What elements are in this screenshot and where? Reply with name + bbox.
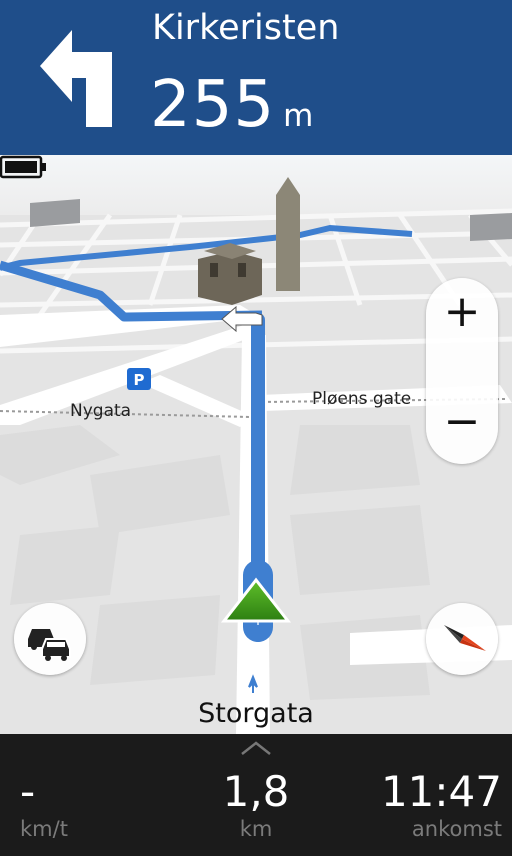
arrival-label: ankomst bbox=[411, 817, 502, 841]
compass-icon bbox=[444, 625, 486, 651]
maneuver-header: Kirkeristen 255 m bbox=[0, 0, 512, 155]
remaining-distance-value: 1,8 bbox=[222, 767, 290, 816]
chevron-up-icon[interactable] bbox=[240, 740, 272, 756]
street-label-ploens-gate: Pløens gate bbox=[312, 389, 412, 409]
arrival-time: 11:47 bbox=[380, 767, 502, 816]
remaining-distance-unit: km bbox=[239, 817, 273, 841]
zoom-out-button[interactable]: − bbox=[426, 384, 498, 464]
traffic-cars-icon bbox=[28, 629, 71, 661]
distance-unit: m bbox=[283, 98, 314, 134]
arrival-stat: 11:47 ankomst bbox=[378, 768, 502, 842]
remaining-distance-stat: 1,8 km bbox=[206, 768, 306, 842]
traffic-button[interactable] bbox=[14, 603, 86, 675]
battery-icon bbox=[0, 155, 46, 179]
distance-to-turn: 255 m bbox=[150, 68, 313, 142]
street-label-nygata: Nygata bbox=[70, 401, 132, 421]
zoom-in-button[interactable]: + bbox=[426, 278, 498, 358]
parking-label: P bbox=[134, 371, 145, 389]
turn-left-arrow-icon bbox=[40, 30, 112, 127]
speed-unit: km/t bbox=[20, 817, 68, 841]
current-street-name: Storgata bbox=[198, 698, 314, 729]
compass-button[interactable] bbox=[426, 603, 498, 675]
zoom-control: + − bbox=[426, 278, 498, 464]
next-street-name: Kirkeristen bbox=[152, 8, 340, 48]
speed-value: - bbox=[20, 767, 36, 816]
speed-stat: - km/t bbox=[20, 768, 90, 842]
distance-value: 255 bbox=[150, 68, 276, 142]
